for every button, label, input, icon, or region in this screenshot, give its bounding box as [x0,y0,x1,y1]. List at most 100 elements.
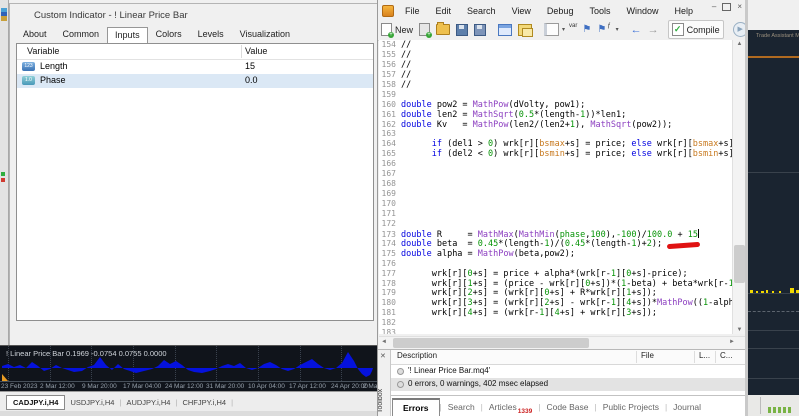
code-line: 171 [379,209,732,219]
toggle-navigator-button[interactable] [495,22,515,38]
goto-variable-button[interactable]: var ⚑ [568,23,594,37]
table-row[interactable]: 123Length15 [17,60,373,74]
toolbox-tab-code-base[interactable]: Code Base [540,402,594,412]
axis-label: 2 Mar 12:00 [40,383,75,390]
menu-view[interactable]: View [504,4,539,18]
toolbox-tab-search[interactable]: Search [442,402,481,412]
goto-function-button[interactable]: ⚑ ƒ ▾ [594,23,621,37]
navigate-back-button[interactable]: ← [628,23,645,37]
code-line: 183 [379,328,732,334]
toolbox-row[interactable]: '! Linear Price Bar.mq4' [391,365,746,378]
chevron-down-icon: ▾ [616,26,619,33]
metaeditor-logo-icon [382,5,394,17]
navigate-forward-button[interactable]: → [645,23,662,37]
toolbox-close-icon[interactable]: ✕ [380,352,386,360]
debug-play-button[interactable]: ▶ [730,20,746,39]
styler-button[interactable]: ▾ [541,21,568,38]
line-number: 177 [379,269,396,279]
dialog-tab-common[interactable]: Common [55,26,108,43]
code-line: 173double R = MathMax(MathMin(phase,100)… [379,229,732,239]
toolbox-tab-journal[interactable]: Journal [667,402,707,412]
toolbox-tab-public-projects[interactable]: Public Projects [597,402,665,412]
new-file-button[interactable]: + New [378,21,416,38]
chart-tab-chfjpy-i-h4[interactable]: CHFJPY.i,H4 [177,398,231,407]
line-number: 159 [379,90,396,100]
dialog-tab-visualization[interactable]: Visualization [232,26,298,43]
column-divider [636,351,637,363]
menu-debug[interactable]: Debug [539,4,582,18]
dialog-tab-levels[interactable]: Levels [190,26,232,43]
code-line: 163 [379,129,732,139]
new-project-icon: + [419,23,430,36]
scroll-right-arrow-icon[interactable]: ► [729,339,735,345]
code-line: 161double len2 = MathSqrt(0.5*(length-1)… [379,110,732,120]
file-column-header: File [641,351,654,360]
menu-search[interactable]: Search [459,4,504,18]
save-button[interactable] [453,22,471,38]
dotted-level-line [748,311,799,312]
variable-type-icon: 123 [22,62,35,71]
menu-tools[interactable]: Tools [581,4,618,18]
line-number: 157 [379,70,396,80]
restore-button[interactable] [722,3,731,11]
line-number: 160 [379,100,396,110]
cascade-windows-button[interactable] [515,22,535,38]
horizontal-scrollbar-thumb[interactable] [393,338,589,348]
toolbox-tab-articles[interactable]: Articles1339 [483,402,538,412]
code-line: 155// [379,50,732,60]
navigator-panel-icon [498,24,512,36]
horizontal-scrollbar[interactable]: ◄ ► [379,336,745,349]
menu-file[interactable]: File [397,4,428,18]
close-button[interactable]: × [737,2,742,11]
open-button[interactable] [433,22,453,37]
chart-tab-audjpy-i-h4[interactable]: AUDJPY.i,H4 [121,398,175,407]
indicator-chart-window[interactable]: ! Linear Price Bar 0.1969 -0.0754 0.0755… [0,345,377,392]
line-number: 183 [379,328,396,334]
text-caret [698,229,699,238]
line-number: 175 [379,249,396,259]
panel-divider [748,378,799,379]
vertical-scrollbar[interactable]: ▲ ▼ [732,40,746,334]
sell-marker-dot [1,178,5,182]
menu-edit[interactable]: Edit [428,4,460,18]
variable-value: 0.0 [245,75,258,85]
line-number: 180 [379,298,396,308]
dialog-tab-about[interactable]: About [15,26,55,43]
chart-tab-usdjpy-i-h4[interactable]: USDJPY.i,H4 [65,398,119,407]
toolbox-row[interactable]: 0 errors, 0 warnings, 402 msec elapsed [391,378,746,391]
menu-window[interactable]: Window [618,4,666,18]
toolbox-tab-strip: Errors|Search|Articles1339|Code Base|Pub… [391,395,746,416]
code-line: 168 [379,179,732,189]
code-line: 175double alpha = MathPow(beta,pow2); [379,249,732,259]
new-project-button[interactable]: + [416,21,433,38]
scroll-left-arrow-icon[interactable]: ◄ [381,339,387,345]
code-line: 169 [379,189,732,199]
compile-button[interactable]: ✓ Compile [668,20,724,39]
chart-tab-cadjpy-i-h4[interactable]: CADJPY.i,H4 [6,395,65,410]
status-dot-icon [397,368,404,375]
function-flag-icon: ⚑ [597,25,606,35]
variable-name: Length [40,61,68,71]
menu-help[interactable]: Help [666,4,701,18]
compile-check-icon: ✓ [672,23,684,36]
axis-label: 10 Apr 04:00 [248,383,285,390]
chart-tab-bar: CADJPY.i,H4USDJPY.i,H4|AUDJPY.i,H4|CHFJP… [0,391,377,412]
line-number: 181 [379,308,396,318]
dialog-tab-colors[interactable]: Colors [148,26,190,43]
toolbox-row-text: '! Linear Price Bar.mq4' [408,366,490,375]
col-column-header: C... [720,351,732,360]
panel-accent-line [748,56,799,58]
code-line: 162double Kv = MathPow(len2/(len2+1), Ma… [379,120,732,130]
toolbox-tab-errors[interactable]: Errors [392,398,440,416]
open-folder-icon [436,24,450,35]
vertical-scrollbar-thumb[interactable] [734,245,745,283]
code-editor[interactable]: 154//155//156//157//158//159160double po… [379,40,732,334]
table-row[interactable]: 1.0Phase0.0 [17,74,373,88]
save-all-button[interactable] [471,22,489,38]
code-line: 182 [379,318,732,328]
minimize-button[interactable]: – [712,2,716,11]
code-line: 157// [379,70,732,80]
line-number: 154 [379,40,396,50]
dialog-tab-inputs[interactable]: Inputs [107,27,148,44]
cascade-windows-icon [518,24,532,36]
